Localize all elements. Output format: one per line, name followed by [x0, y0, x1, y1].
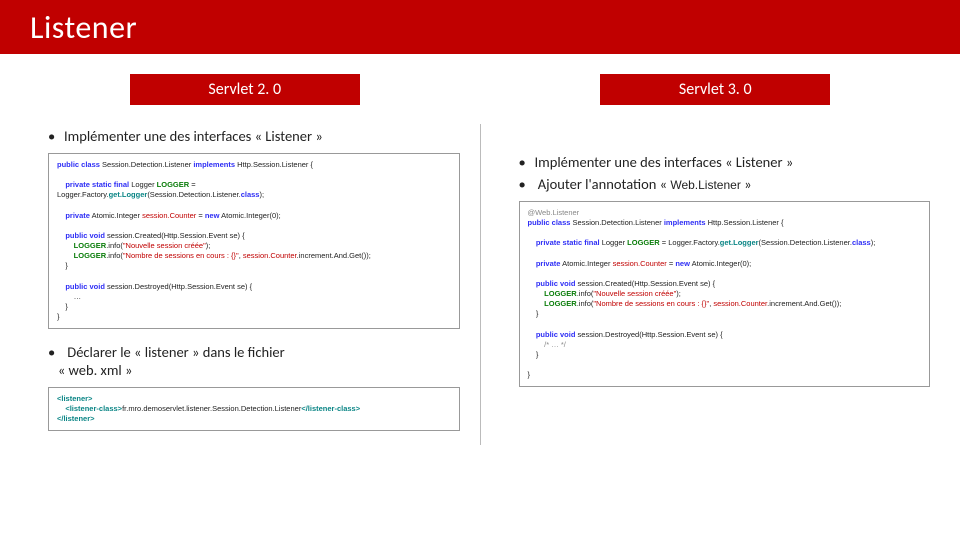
left-bullet-implement: Implémenter une des interfaces « Listene… — [48, 127, 460, 145]
right-bullet-annotation: Ajouter l'annotation « Web.Listener » — [519, 175, 931, 193]
content-area: Servlet 2. 0 Implémenter une des interfa… — [0, 54, 960, 455]
right-bullets: Implémenter une des interfaces « Listene… — [519, 153, 931, 193]
tab-servlet-2: Servlet 2. 0 — [130, 74, 360, 105]
left-bullets-1: Implémenter une des interfaces « Listene… — [48, 127, 460, 145]
page-title: Listener — [30, 8, 137, 47]
left-column: Servlet 2. 0 Implémenter une des interfa… — [30, 74, 460, 445]
left-bullets-2: Déclarer le « listener » dans le fichier… — [48, 343, 460, 379]
title-bar: Listener — [0, 0, 960, 54]
right-bullet-implement: Implémenter une des interfaces « Listene… — [519, 153, 931, 171]
column-divider — [480, 124, 481, 445]
tab-servlet-3: Servlet 3. 0 — [600, 74, 830, 105]
left-bullet-declare: Déclarer le « listener » dans le fichier… — [48, 343, 460, 379]
code-box-java-servlet2: public class Session.Detection.Listener … — [48, 153, 460, 329]
code-box-java-servlet3: @Web.Listener public class Session.Detec… — [519, 201, 931, 387]
code-box-xml-servlet2: <listener> <listener-class>fr.mro.demose… — [48, 387, 460, 431]
right-column: Servlet 3. 0 Implémenter une des interfa… — [501, 74, 931, 445]
